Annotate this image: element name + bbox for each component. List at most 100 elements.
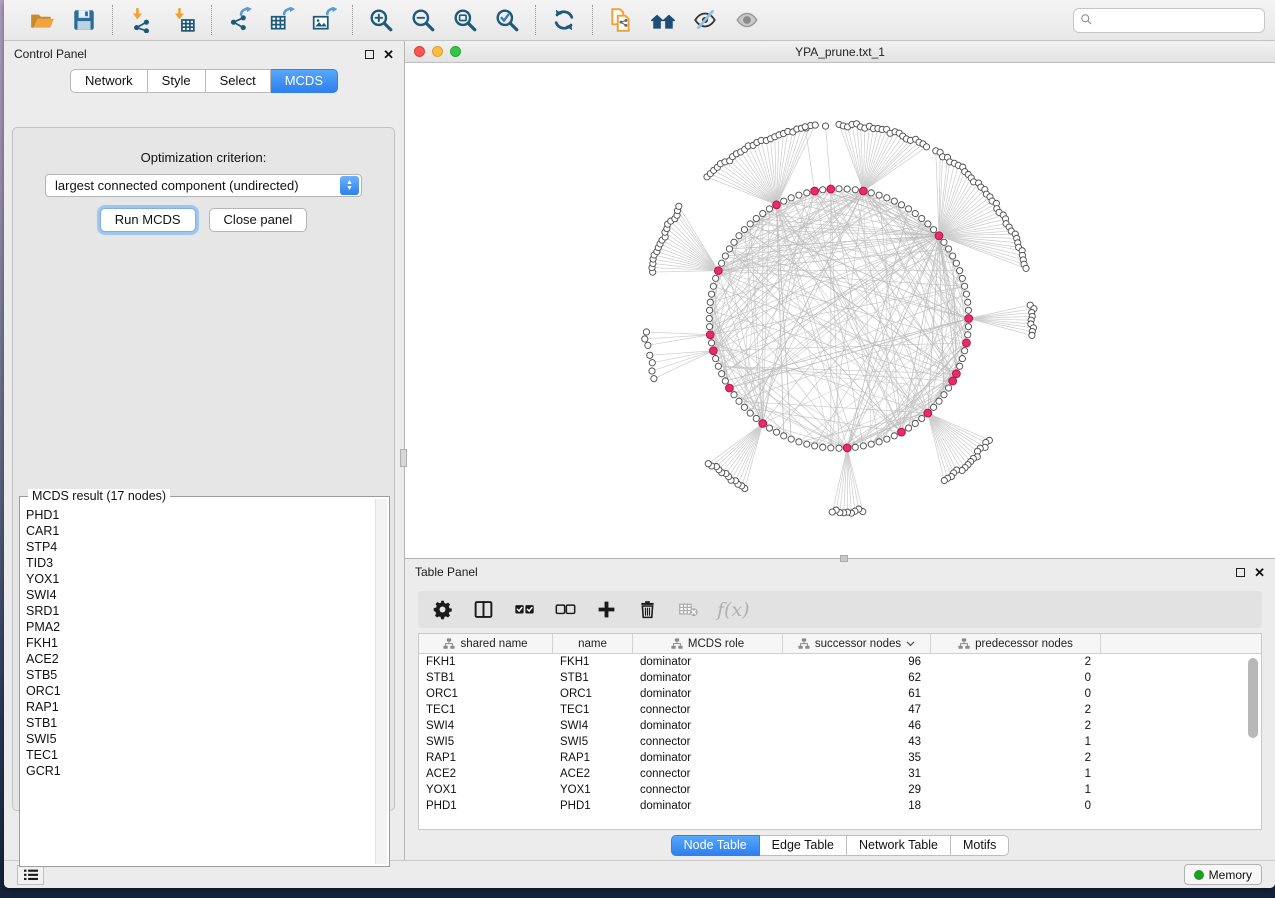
add-column-button[interactable] [594,598,618,622]
mcds-node[interactable] [952,370,960,378]
column-header-predecessor-nodes[interactable]: predecessor nodes [931,634,1101,653]
tab-select[interactable]: Select [206,69,271,93]
mcds-node[interactable] [811,187,819,195]
tab-network-table[interactable]: Network Table [847,835,951,856]
settings-gear-button[interactable] [430,598,454,622]
float-table-panel-icon[interactable] [1236,568,1245,577]
criterion-select[interactable]: largest connected component (undirected)… [45,174,362,197]
task-history-button[interactable] [17,865,44,885]
column-header-successor-nodes[interactable]: successor nodes [783,634,931,653]
network-node[interactable] [1023,265,1029,271]
select-all-button[interactable] [512,598,536,622]
mcds-result-item[interactable]: GCR1 [26,763,375,779]
export-image-button[interactable] [310,6,338,34]
mcds-list-scrollbar[interactable] [375,499,387,864]
network-node[interactable] [706,307,712,313]
network-node[interactable] [941,477,947,483]
network-node[interactable] [884,436,890,442]
first-neighbors-button[interactable] [649,6,677,34]
delete-column-button[interactable] [635,598,659,622]
horizontal-splitter-handle[interactable] [840,555,848,562]
network-node[interactable] [781,198,787,204]
network-node[interactable] [706,315,712,321]
network-node[interactable] [822,123,828,129]
network-node[interactable] [912,420,918,426]
mcds-node[interactable] [935,232,943,240]
mcds-result-item[interactable]: STB5 [26,667,375,683]
network-node[interactable] [962,348,968,354]
network-node[interactable] [781,433,787,439]
mcds-node[interactable] [726,384,734,392]
mcds-result-item[interactable]: ACE2 [26,651,375,667]
network-node[interactable] [965,299,971,305]
column-header-name[interactable]: name [553,634,633,653]
network-node[interactable] [710,283,716,289]
network-node[interactable] [645,342,651,348]
table-scrollbar[interactable] [1248,658,1258,823]
mcds-result-list[interactable]: PHD1CAR1STP4TID3YOX1SWI4SRD1PMA2FKH1ACE2… [26,507,375,864]
network-node[interactable] [965,332,971,338]
network-node[interactable] [766,425,772,431]
network-node[interactable] [931,227,937,233]
mcds-result-item[interactable]: STB1 [26,715,375,731]
network-node[interactable] [820,444,826,450]
network-node[interactable] [719,371,725,377]
network-node[interactable] [788,436,794,442]
network-node[interactable] [713,275,719,281]
network-node[interactable] [962,283,968,289]
mcds-node[interactable] [709,347,717,355]
network-node[interactable] [713,356,719,362]
network-node[interactable] [957,268,963,274]
network-node[interactable] [957,363,963,369]
table-row[interactable]: PHD1PHD1dominator180 [419,798,1261,814]
network-node[interactable] [965,324,971,330]
tab-motifs[interactable]: Motifs [951,835,1009,856]
table-row[interactable]: TEC1TEC1connector472 [419,702,1261,718]
network-node[interactable] [802,124,808,130]
mcds-result-item[interactable]: FKH1 [26,635,375,651]
network-node[interactable] [741,227,747,233]
network-node[interactable] [829,509,835,515]
network-node[interactable] [959,275,965,281]
mcds-result-item[interactable]: PHD1 [26,507,375,523]
mcds-result-item[interactable]: TID3 [26,555,375,571]
tab-network[interactable]: Network [70,69,148,93]
save-session-button[interactable] [70,6,98,34]
table-row[interactable]: FKH1FKH1dominator962 [419,654,1261,670]
hide-selected-button[interactable] [691,6,719,34]
network-node[interactable] [884,195,890,201]
network-node[interactable] [736,233,742,239]
network-node[interactable] [796,192,802,198]
vertical-splitter-handle[interactable] [400,449,407,467]
network-node[interactable] [726,246,732,252]
close-panel-icon[interactable]: ✕ [383,50,394,59]
network-node[interactable] [705,461,711,467]
network-node[interactable] [747,221,753,227]
network-node[interactable] [804,190,810,196]
network-node[interactable] [715,363,721,369]
mcds-node[interactable] [924,409,932,417]
network-node[interactable] [923,144,929,150]
network-node[interactable] [722,378,728,384]
mcds-result-item[interactable]: SRD1 [26,603,375,619]
network-node[interactable] [876,192,882,198]
network-node[interactable] [820,187,826,193]
mcds-node[interactable] [773,201,781,209]
memory-button[interactable]: Memory [1184,864,1262,885]
export-table-button[interactable] [268,6,296,34]
network-node[interactable] [676,203,682,209]
network-node[interactable] [953,260,959,266]
show-all-button[interactable] [733,6,761,34]
network-node[interactable] [747,410,753,416]
network-node[interactable] [919,415,925,421]
search-input[interactable] [1073,8,1265,33]
mcds-result-item[interactable]: ORC1 [26,683,375,699]
mcds-result-item[interactable]: YOX1 [26,571,375,587]
mcds-node[interactable] [965,315,973,323]
close-table-panel-icon[interactable]: ✕ [1254,568,1265,577]
network-node[interactable] [796,439,802,445]
mcds-node[interactable] [759,420,767,428]
zoom-fit-button[interactable] [451,6,479,34]
mcds-node[interactable] [898,428,906,436]
network-node[interactable] [852,187,858,193]
